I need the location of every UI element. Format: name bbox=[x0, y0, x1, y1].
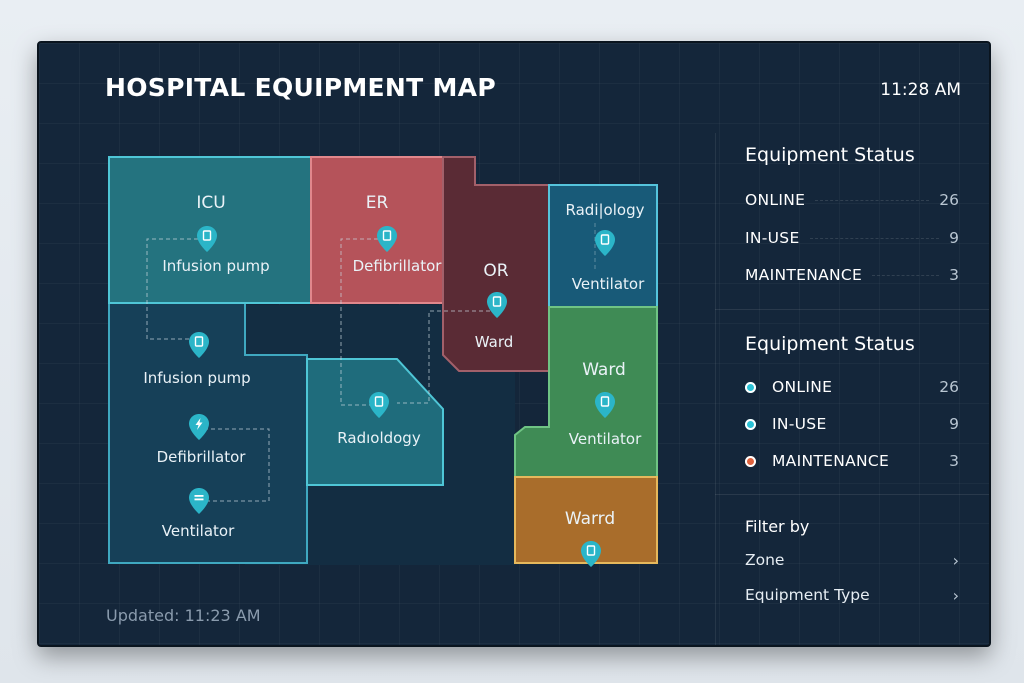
last-updated: Updated: 11:23 AM bbox=[106, 606, 261, 625]
equipment-label-ll-vent: Ventilator bbox=[161, 522, 235, 540]
status-row-in-use: IN-USE 9 bbox=[745, 229, 959, 247]
zone-label-icu: ICU bbox=[196, 193, 226, 213]
map-pin-icon[interactable] bbox=[486, 291, 508, 319]
status-row-online: ONLINE 26 bbox=[745, 191, 959, 209]
legend-row-online[interactable]: ONLINE 26 bbox=[745, 376, 959, 398]
section-divider bbox=[715, 309, 989, 310]
map-pin-icon[interactable] bbox=[196, 225, 218, 253]
floor-plan-svg bbox=[108, 156, 658, 565]
legend-row-in-use[interactable]: IN-USE 9 bbox=[745, 413, 959, 435]
side-panel: Equipment Status ONLINE 26 IN-USE 9 MAIN… bbox=[715, 133, 989, 645]
zone-label-er: ER bbox=[365, 193, 389, 213]
map-pin-icon[interactable] bbox=[580, 540, 602, 568]
zone-label-ward-green: Ward bbox=[582, 360, 626, 380]
chevron-right-icon: › bbox=[952, 586, 959, 605]
filter-label: Filter by bbox=[745, 517, 810, 536]
equipment-label-or-ward: Ward bbox=[474, 333, 514, 351]
floor-map: ICU ER OR Radi|ology Ward Warrd Radıoldo… bbox=[39, 43, 729, 645]
equipment-label-ward-vent: Ventilator bbox=[568, 430, 642, 448]
zone-label-or: OR bbox=[483, 261, 509, 281]
ventilator-pin-icon[interactable] bbox=[188, 487, 210, 515]
zone-label-radiology-top: Radi|ology bbox=[565, 201, 645, 219]
clock: 11:28 AM bbox=[880, 80, 961, 100]
legend-title: Equipment Status bbox=[745, 333, 915, 355]
map-pin-icon[interactable] bbox=[594, 229, 616, 257]
status-dot-in-use bbox=[745, 418, 756, 430]
map-pin-icon[interactable] bbox=[188, 331, 210, 359]
equipment-label-ll-pump: Infusion pump bbox=[143, 369, 251, 387]
lightning-pin-icon[interactable] bbox=[188, 413, 210, 441]
equipment-label-rad-vent: Ventilator bbox=[571, 275, 645, 293]
zone-label-ward-orange: Warrd bbox=[564, 509, 616, 529]
filter-zone[interactable]: Zone › bbox=[745, 551, 959, 570]
map-pin-icon[interactable] bbox=[376, 225, 398, 253]
equipment-label-ll-defib: Defibrillator bbox=[156, 448, 246, 466]
map-pin-icon[interactable] bbox=[368, 391, 390, 419]
dashboard-screen: HOSPITAL EQUIPMENT MAP 11:28 AM ICU ER O… bbox=[37, 41, 991, 647]
map-pin-icon[interactable] bbox=[594, 391, 616, 419]
equipment-label-icu-pump: Infusion pump bbox=[162, 257, 270, 275]
legend-row-maintenance[interactable]: MAINTENANCE 3 bbox=[745, 450, 959, 472]
filter-equipment-type[interactable]: Equipment Type › bbox=[745, 586, 959, 605]
status-title: Equipment Status bbox=[745, 144, 915, 166]
equipment-label-er-defib: Defibrillator bbox=[352, 257, 442, 275]
status-row-maintenance: MAINTENANCE 3 bbox=[745, 266, 959, 284]
section-divider bbox=[715, 494, 989, 495]
status-dot-online bbox=[745, 381, 756, 393]
zone-label-radiology-mid: Radıoldogy bbox=[337, 429, 421, 447]
chevron-right-icon: › bbox=[952, 551, 959, 570]
status-dot-maintenance bbox=[745, 455, 756, 467]
